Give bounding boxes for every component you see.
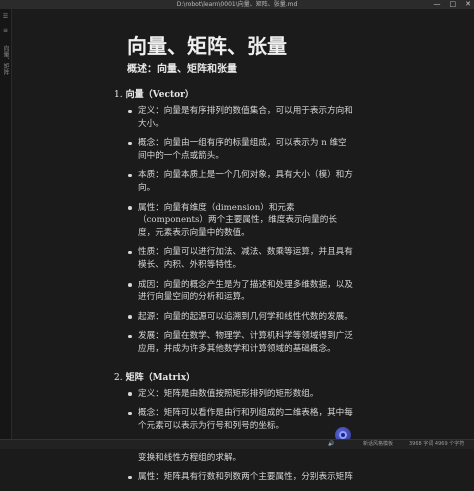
toc-icon[interactable]: ☰: [2, 13, 9, 20]
page-title: 向量、矩阵、张量: [127, 34, 287, 58]
list-item: 起源：向量的起源可以追溯到几何学和线性代数的发展。: [128, 311, 354, 324]
list-item: 定义：向量是有序排列的数值集合，可以用于表示方向和大小。: [128, 105, 354, 130]
list-item: 属性：矩阵具有行数和列数两个主要属性，分别表示矩阵: [128, 471, 354, 484]
maximize-button[interactable]: □: [450, 0, 457, 9]
title-bar: D:\robot\learn\0001\向量、矩阵、张量.md — □ ✕: [0, 0, 474, 9]
list-item: 成因：向量的概念产生是为了描述和处理多维数据，以及进行向量空间的分析和运算。: [128, 279, 354, 304]
list-item: 性质：向量可以进行加法、减法、数乘等运算，并且具有模长、内积、外积等特性。: [128, 246, 354, 271]
list-item: 发展：向量在数学、物理学、计算机科学等领域得到广泛应用，并成为许多其他数学和计算…: [128, 330, 354, 355]
list-item: 本质：向量本质上是一个几何对象，具有大小（模）和方向。: [128, 169, 354, 194]
matrix-list: 定义：矩阵是由数值按照矩形排列的矩形数组。 概念：矩阵可以看作是由行和列组成的二…: [114, 388, 354, 485]
document-body: 向量、矩阵、张量 概述：向量、矩阵和张量 1. 向量（Vector） 定义：向量是…: [114, 32, 354, 491]
section-heading-matrix: 2. 矩阵（Matrix）: [114, 372, 354, 384]
list-item: 概念：向量由一组有序的标量组成，可以表示为 n 维空间中的一个点或箭头。: [128, 137, 354, 162]
section-heading-vector: 1. 向量（Vector）: [114, 89, 354, 101]
list-item: 定义：矩阵是由数值按照矩形排列的矩形数组。: [128, 388, 354, 401]
section-number: 2.: [114, 372, 123, 383]
overview-heading: 概述：向量、矩阵和张量: [127, 64, 237, 75]
close-button[interactable]: ✕: [465, 0, 471, 9]
list-item: 概念：矩阵可以看作是由行和列组成的二维表格，其中每个元素可以表示为行号和列号的坐…: [128, 407, 354, 432]
section-number: 1.: [114, 90, 123, 100]
vector-list: 定义：向量是有序排列的数值集合，可以用于表示方向和大小。 概念：向量由一组有序的…: [114, 105, 354, 356]
section-heading-text: 向量（Vector）: [125, 90, 194, 100]
window-controls: — □ ✕: [434, 0, 472, 9]
list-item: 属性：向量有维度（dimension）和元素（components）两个主要属性…: [128, 202, 354, 240]
left-sidebar: ☰ ≡ 向量、矩阵: [0, 9, 12, 439]
minimize-button[interactable]: —: [434, 0, 441, 9]
outline-icon[interactable]: ≡: [2, 27, 9, 34]
window-title: D:\robot\learn\0001\向量、矩阵、张量.md: [176, 1, 298, 8]
section-heading-text: 矩阵（Matrix）: [125, 372, 196, 383]
sidebar-outline-label[interactable]: 向量、矩阵: [1, 45, 10, 75]
